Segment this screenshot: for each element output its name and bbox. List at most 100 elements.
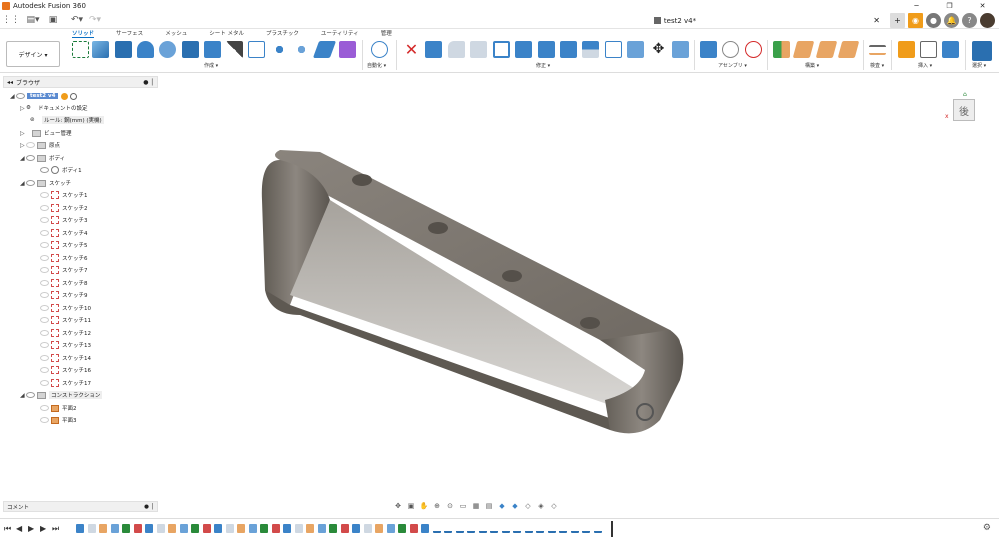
timeline-feature-icon[interactable] (202, 524, 211, 533)
sweep-icon[interactable] (182, 41, 199, 58)
plane-at-angle-icon[interactable] (792, 41, 815, 58)
offset-plane-icon[interactable] (773, 41, 790, 58)
visual-style-icon[interactable]: ◆ (497, 502, 507, 511)
avatar[interactable] (980, 12, 995, 28)
timeline-feature-icon[interactable] (559, 524, 567, 533)
timeline-feature-icon[interactable] (225, 524, 234, 533)
tree-item[interactable]: スケッチ2 (40, 202, 88, 214)
tree-item[interactable]: 平面2 (40, 402, 77, 414)
collapse-panel-icon[interactable]: ◂◂ (7, 79, 13, 86)
tree-item[interactable]: スケッチ10 (40, 302, 91, 314)
measure-icon[interactable] (869, 45, 886, 55)
visibility-eye-icon[interactable] (40, 205, 49, 211)
display-settings-icon[interactable]: ▭ (458, 502, 468, 511)
visibility-eye-icon[interactable] (26, 142, 35, 148)
timeline-feature-icon[interactable] (570, 524, 579, 533)
root-node[interactable]: ◢ test2 v4 (10, 90, 78, 102)
tree-item[interactable]: ボディ1 (40, 164, 82, 176)
tree-item[interactable]: ◢ スケッチ (20, 177, 71, 189)
visibility-eye-icon[interactable] (40, 192, 49, 198)
tab-plastic[interactable]: プラスチック (266, 29, 299, 38)
fit-icon[interactable]: ⊙ (445, 502, 455, 511)
insert-group-label[interactable]: 挿入 ▾ (918, 62, 932, 69)
tree-item[interactable]: スケッチ4 (40, 227, 88, 239)
timeline-feature-icon[interactable] (122, 524, 130, 533)
tree-item[interactable]: ▷ 原点 (20, 139, 60, 151)
visibility-eye-icon[interactable] (40, 167, 49, 173)
object-visibility-icon[interactable]: ◇ (549, 502, 559, 511)
timeline-feature-icon[interactable] (421, 524, 429, 533)
insert-mesh-icon[interactable] (920, 41, 937, 58)
visibility-eye-icon[interactable] (26, 392, 35, 398)
timeline-feature-icon[interactable] (294, 524, 303, 533)
timeline-feature-icon[interactable] (375, 524, 383, 533)
combine-icon[interactable] (560, 41, 577, 58)
timeline-feature-icon[interactable] (547, 524, 556, 533)
timeline-feature-icon[interactable] (490, 524, 498, 533)
tangent-plane-icon[interactable] (815, 41, 838, 58)
extension-icon[interactable]: ◉ (908, 12, 923, 28)
timeline-feature-icon[interactable] (455, 524, 464, 533)
tab-solid[interactable]: ソリッド (72, 29, 95, 38)
modify-group-label[interactable]: 修正 ▾ (536, 62, 550, 69)
rib-icon[interactable] (226, 41, 243, 58)
move-copy-icon[interactable]: ✥ (650, 41, 667, 58)
draft-icon[interactable] (515, 41, 532, 58)
orbit-icon[interactable]: ✥ (393, 502, 403, 511)
tree-item[interactable]: ⊚ ルール: 鋼(mm) (実機) (26, 114, 104, 126)
look-at-icon[interactable]: ▣ (406, 502, 416, 511)
visibility-eye-icon[interactable] (16, 93, 25, 99)
step-back-icon[interactable]: ◀ (16, 524, 28, 534)
mirror-icon[interactable] (339, 41, 356, 58)
inspect-group-label[interactable]: 検査 ▾ (870, 62, 884, 69)
visibility-eye-icon[interactable] (40, 292, 49, 298)
timeline-feature-icon[interactable] (501, 524, 510, 533)
timeline-feature-icon[interactable] (386, 524, 395, 533)
timeline-feature-icon[interactable] (582, 524, 590, 533)
comment-panel[interactable]: コメント ● │ (3, 501, 158, 512)
timeline-feature-icon[interactable] (87, 524, 96, 533)
shell-icon[interactable] (493, 41, 510, 58)
new-component-icon[interactable] (115, 41, 132, 58)
new-tab-button[interactable]: + (890, 12, 905, 28)
timeline-feature-icon[interactable] (352, 524, 360, 533)
workspace-switcher[interactable]: デザイン ▾ (6, 41, 60, 67)
timeline-feature-icon[interactable] (168, 524, 176, 533)
tree-item[interactable]: ◢ コンストラクション (20, 389, 103, 401)
timeline-feature-icon[interactable] (524, 524, 533, 533)
tab-surface[interactable]: サーフェス (116, 29, 143, 38)
visibility-eye-icon[interactable] (26, 155, 35, 161)
timeline-feature-icon[interactable] (179, 524, 188, 533)
replace-face-icon[interactable] (605, 41, 622, 58)
midplane-icon[interactable] (837, 41, 860, 58)
timeline-feature-icon[interactable] (513, 524, 521, 533)
loft-icon[interactable] (204, 41, 221, 58)
select-icon[interactable] (972, 41, 992, 61)
timeline-feature-icon[interactable] (76, 524, 84, 533)
expand-arrow-icon[interactable]: ▷ (20, 130, 26, 137)
timeline-feature-icon[interactable] (191, 524, 199, 533)
visibility-eye-icon[interactable] (40, 317, 49, 323)
tree-item[interactable]: スケッチ6 (40, 252, 88, 264)
visibility-eye-icon[interactable] (40, 380, 49, 386)
timeline-feature-icon[interactable] (283, 524, 291, 533)
insert-derive-icon[interactable] (898, 41, 915, 58)
tree-item[interactable]: スケッチ16 (40, 364, 91, 376)
timeline-feature-icon[interactable] (306, 524, 314, 533)
finish-sketch-icon[interactable] (92, 41, 109, 58)
go-to-start-icon[interactable]: ⏮ (4, 524, 16, 534)
activate-radio-icon[interactable] (70, 92, 78, 100)
insert-image-icon[interactable] (942, 41, 959, 58)
timeline-feature-icon[interactable] (432, 524, 441, 533)
minimize-button[interactable]: ─ (900, 0, 933, 11)
effects-icon[interactable]: ◈ (536, 502, 546, 511)
timeline-feature-icon[interactable] (340, 524, 349, 533)
step-forward-icon[interactable]: ▶ (40, 524, 52, 534)
timeline-feature-icon[interactable] (214, 524, 222, 533)
timeline-feature-icon[interactable] (237, 524, 245, 533)
timeline-feature-icon[interactable] (478, 524, 487, 533)
shaded-icon[interactable]: ◆ (510, 502, 520, 511)
timeline-marker[interactable] (611, 521, 613, 537)
tree-item[interactable]: スケッチ1 (40, 189, 88, 201)
visibility-eye-icon[interactable] (40, 305, 49, 311)
